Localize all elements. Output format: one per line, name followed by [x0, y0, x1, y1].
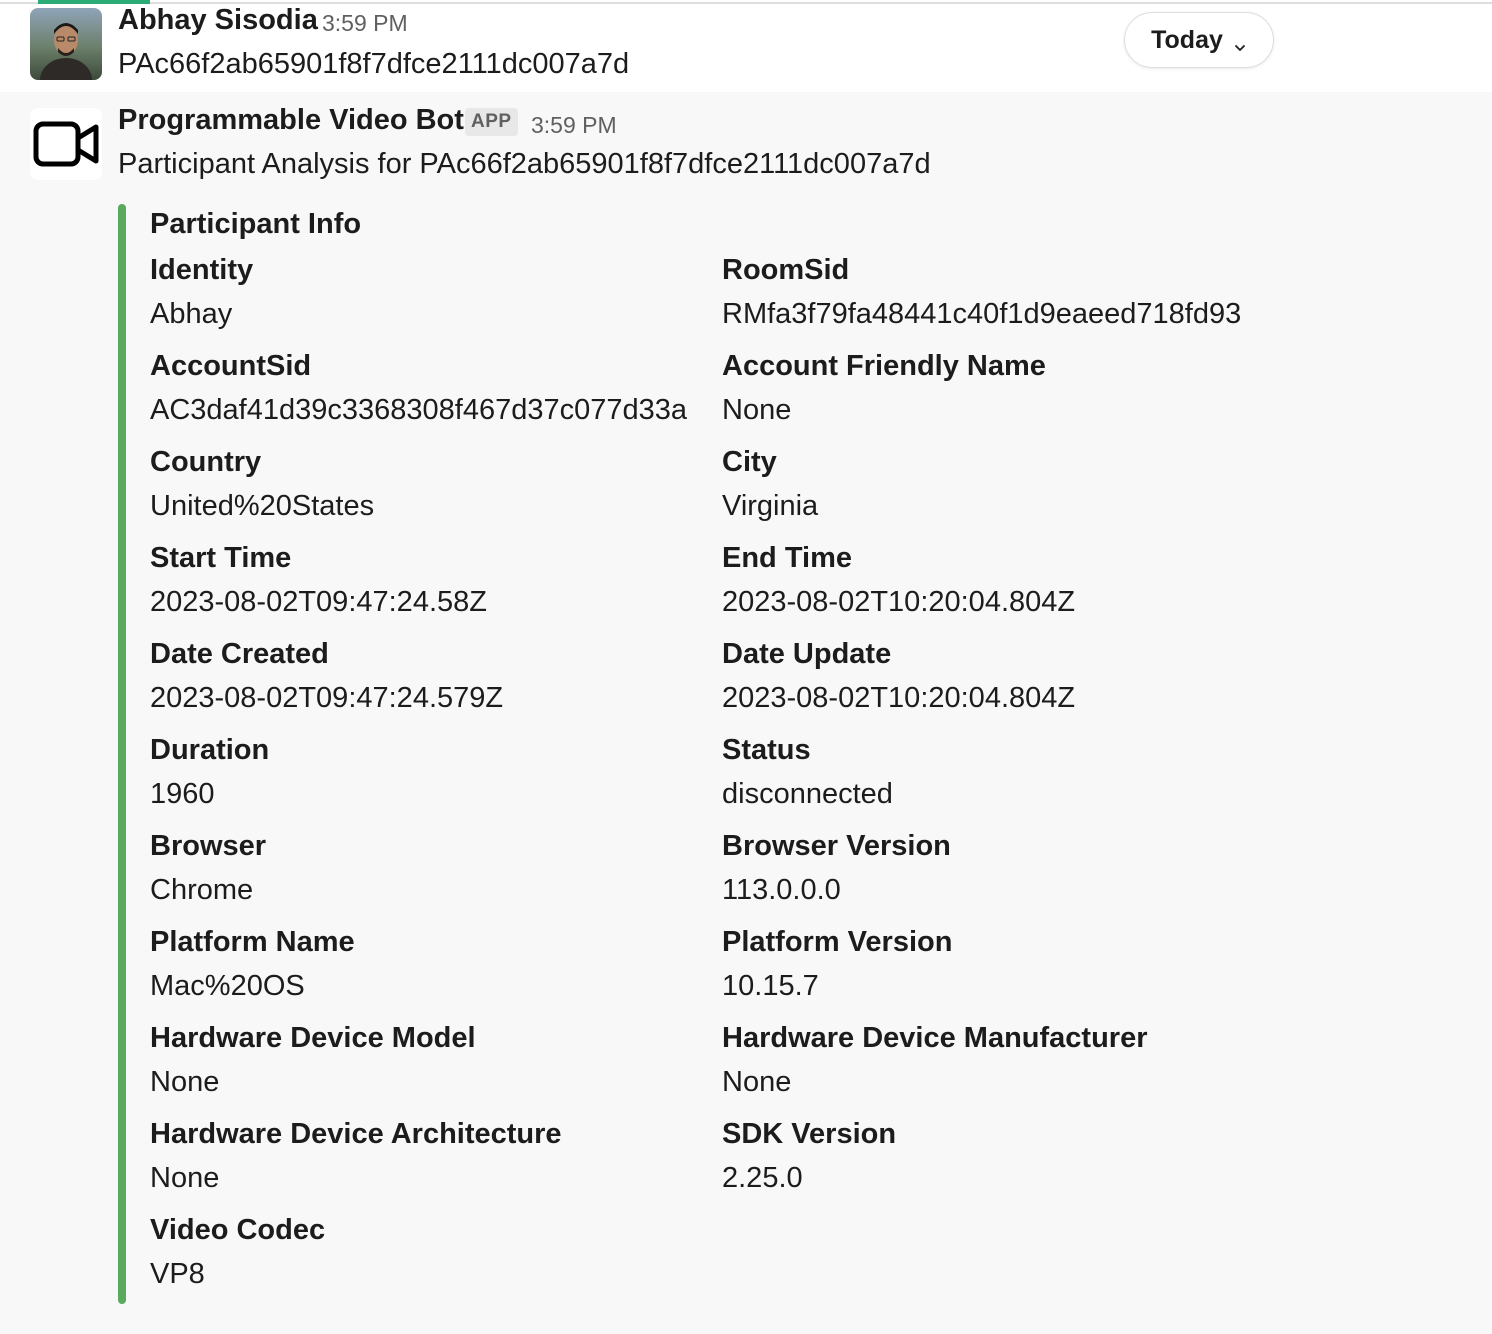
- field-value: 2.25.0: [722, 1162, 803, 1194]
- field-value: Chrome: [150, 874, 254, 906]
- field-value: 10.15.7: [722, 970, 819, 1002]
- field-value: Virginia: [722, 490, 819, 522]
- attachment-field: RoomSid RMfa3f79fa48441c40f1d9eaeed718fd9…: [722, 248, 1241, 336]
- attachment-field: Date Update 2023-08-02T10:20:04.804Z: [722, 632, 1075, 720]
- attachment-color-bar: [118, 204, 126, 1304]
- field-value: 113.0.0.0: [722, 874, 841, 906]
- app-badge: APP: [465, 108, 518, 136]
- attachment-field: Video Codec VP8: [150, 1208, 325, 1296]
- slack-channel-view: Abhay Sisodia 3:59 PM PAc66f2ab65901f8f7…: [0, 0, 1492, 1334]
- field-label: Platform Version: [722, 926, 953, 958]
- field-value: 2023-08-02T10:20:04.804Z: [722, 586, 1076, 618]
- field-value: None: [722, 1066, 792, 1098]
- date-divider-button[interactable]: Today: [1124, 12, 1274, 68]
- attachment-field: Hardware Device Model None: [150, 1016, 476, 1104]
- attachment-field: Identity Abhay: [150, 248, 253, 336]
- message-video-bot[interactable]: Programmable Video Bot APP 3:59 PM Parti…: [0, 92, 1492, 1334]
- field-label: SDK Version: [722, 1118, 897, 1150]
- message-text: PAc66f2ab65901f8f7dfce2111dc007a7d: [118, 48, 630, 80]
- message-author[interactable]: Abhay Sisodia: [118, 4, 318, 37]
- field-value: None: [722, 394, 792, 426]
- field-value: United%20States: [150, 490, 375, 522]
- attachment-field: Hardware Device Architecture None: [150, 1112, 562, 1200]
- attachment-field: City Virginia: [722, 440, 818, 528]
- attachment-field: Date Created 2023-08-02T09:47:24.579Z: [150, 632, 503, 720]
- attachment-field: Country United%20States: [150, 440, 374, 528]
- field-label: Hardware Device Manufacturer: [722, 1022, 1148, 1054]
- field-value: None: [150, 1066, 220, 1098]
- attachment-field: Browser Chrome: [150, 824, 266, 912]
- field-value: 2023-08-02T09:47:24.579Z: [150, 682, 504, 714]
- field-value: 2023-08-02T10:20:04.804Z: [722, 682, 1076, 714]
- field-value: RMfa3f79fa48441c40f1d9eaeed718fd93: [722, 298, 1242, 330]
- user-avatar[interactable]: [30, 8, 102, 80]
- field-value: 2023-08-02T09:47:24.58Z: [150, 586, 487, 618]
- field-label: Video Codec: [150, 1214, 326, 1246]
- field-label: Hardware Device Model: [150, 1022, 476, 1054]
- attachment-field: AccountSid AC3daf41d39c3368308f467d37c077…: [150, 344, 687, 432]
- field-value: VP8: [150, 1258, 205, 1290]
- field-label: Duration: [150, 734, 270, 766]
- field-label: Hardware Device Architecture: [150, 1118, 562, 1150]
- attachment-field: Platform Name Mac%20OS: [150, 920, 355, 1008]
- video-camera-icon[interactable]: [30, 108, 102, 180]
- field-value: Abhay: [150, 298, 233, 330]
- field-label: Identity: [150, 254, 254, 286]
- field-label: Date Update: [722, 638, 892, 670]
- field-label: RoomSid: [722, 254, 850, 286]
- field-label: Browser: [150, 830, 267, 862]
- attachment-field: Account Friendly Name None: [722, 344, 1046, 432]
- field-label: AccountSid: [150, 350, 312, 382]
- field-label: City: [722, 446, 777, 478]
- date-divider-label: Today: [1151, 25, 1223, 54]
- field-label: Account Friendly Name: [722, 350, 1046, 382]
- field-label: Start Time: [150, 542, 292, 574]
- attachment-field: Browser Version 113.0.0.0: [722, 824, 951, 912]
- message-author[interactable]: Programmable Video Bot: [118, 104, 464, 137]
- field-label: Date Created: [150, 638, 329, 670]
- attachment-field: SDK Version 2.25.0: [722, 1112, 896, 1200]
- field-value: Mac%20OS: [150, 970, 305, 1002]
- attachment-field: Start Time 2023-08-02T09:47:24.58Z: [150, 536, 487, 624]
- field-label: Status: [722, 734, 811, 766]
- attachment-title: Participant Info: [150, 208, 362, 240]
- message-timestamp[interactable]: 3:59 PM: [322, 10, 408, 37]
- attachment-field: Status disconnected: [722, 728, 893, 816]
- attachment-field: End Time 2023-08-02T10:20:04.804Z: [722, 536, 1075, 624]
- field-value: None: [150, 1162, 220, 1194]
- attachment-field: Duration 1960: [150, 728, 269, 816]
- field-label: Country: [150, 446, 262, 478]
- attachment-field: Hardware Device Manufacturer None: [722, 1016, 1148, 1104]
- field-label: End Time: [722, 542, 852, 574]
- message-timestamp[interactable]: 3:59 PM: [531, 112, 617, 139]
- field-value: disconnected: [722, 778, 893, 810]
- chevron-down-icon: [1233, 33, 1247, 51]
- field-label: Platform Name: [150, 926, 355, 958]
- message-text: Participant Analysis for PAc66f2ab65901f…: [118, 148, 931, 180]
- field-value: AC3daf41d39c3368308f467d37c077d33a: [150, 394, 687, 426]
- attachment-field: Platform Version 10.15.7: [722, 920, 952, 1008]
- field-value: 1960: [150, 778, 215, 810]
- field-label: Browser Version: [722, 830, 951, 862]
